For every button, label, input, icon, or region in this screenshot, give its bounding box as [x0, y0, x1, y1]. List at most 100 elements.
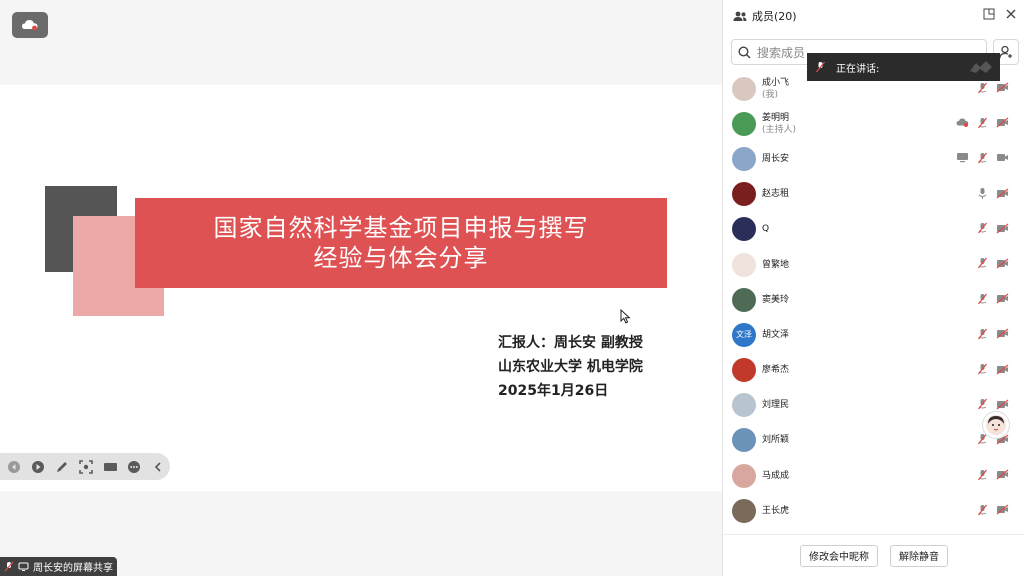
mic-off-icon [976, 257, 989, 270]
member-name: 刘理民 [762, 400, 790, 411]
mic-off-icon [4, 561, 14, 572]
member-name: 刘所颖 [762, 435, 790, 446]
video-button[interactable] [102, 459, 118, 475]
pen-button[interactable] [54, 459, 70, 475]
mic-off-icon [816, 61, 825, 73]
member-name-block: 刘所颖 [762, 434, 789, 446]
presentation-slide: 国家自然科学基金项目申报与撰写 经验与体会分享 汇报人：周长安 副教授 山东农业… [0, 85, 722, 491]
member-panel-header: 成员(20) [723, 0, 1024, 32]
screen-share-icon [18, 562, 29, 571]
member-status-icons [956, 151, 1009, 164]
member-name-block: 胡文泽 [762, 329, 789, 341]
prev-button[interactable] [6, 459, 22, 475]
screen-share-label-text: 周长安的屏幕共享 [33, 563, 113, 574]
member-name-block: 马成成 [762, 470, 789, 482]
member-row[interactable]: 窦美玲 [723, 282, 1024, 317]
member-avatar [732, 146, 756, 171]
member-row[interactable]: 马成成 [723, 458, 1024, 493]
speaking-label: 正在讲话: [836, 63, 880, 75]
members-icon [733, 11, 747, 21]
member-row[interactable]: 刘所颖 [723, 423, 1024, 458]
slide-reporter-block: 汇报人：周长安 副教授 山东农业大学 机电学院 2025年1月26日 [498, 331, 643, 403]
camera-off-icon [996, 398, 1009, 411]
member-name: 胡文泽 [762, 329, 790, 340]
camera-icon [996, 151, 1009, 164]
member-status-icons [976, 327, 1009, 340]
play-icon [32, 460, 44, 473]
camera-off-icon [996, 187, 1009, 200]
member-avatar [732, 463, 756, 488]
member-name: 窦美玲 [762, 294, 790, 305]
member-avatar [732, 252, 756, 277]
member-row[interactable]: Q [723, 212, 1024, 247]
mic-icon [976, 187, 989, 200]
member-status-icons [976, 257, 1009, 270]
member-status-icons [976, 468, 1009, 481]
close-icon[interactable] [1005, 8, 1017, 20]
camera-off-icon [996, 292, 1009, 305]
member-role: (主持人) [762, 124, 797, 135]
screen-share-label: 周长安的屏幕共享 [0, 557, 117, 576]
mic-off-icon [976, 222, 989, 235]
popout-icon[interactable] [983, 8, 995, 20]
member-name-block: 王长虎 [762, 505, 789, 517]
member-list: 成小飞 (我) 姜明明 (主持人) 周长安 赵志租 Q 曾繁地 窦美玲 文泽 胡文泽 廖希杰 刘理民 刘所… [723, 71, 1024, 528]
camera-off-icon [996, 327, 1009, 340]
mic-off-icon [976, 503, 989, 516]
member-name: Q [762, 224, 770, 235]
camera-off-icon [996, 503, 1009, 516]
member-row[interactable]: 曾繁地 [723, 247, 1024, 282]
member-role: (我) [762, 89, 779, 100]
member-name-block: Q [762, 223, 769, 235]
member-row[interactable]: 赵志租 [723, 177, 1024, 212]
rename-button[interactable]: 修改会中昵称 [800, 544, 878, 567]
member-row[interactable]: 姜明明 (主持人) [723, 106, 1024, 141]
collapse-toolbar-button[interactable] [150, 459, 166, 475]
floating-avatar-button[interactable] [982, 411, 1010, 439]
play-button[interactable] [30, 459, 46, 475]
member-avatar [732, 76, 756, 101]
member-status-icons [976, 503, 1009, 516]
member-row[interactable]: 王长虎 [723, 493, 1024, 528]
search-icon [738, 45, 751, 58]
shared-screen-area: 国家自然科学基金项目申报与撰写 经验与体会分享 汇报人：周长安 副教授 山东农业… [0, 0, 722, 576]
member-name-block: 姜明明 (主持人) [762, 112, 796, 136]
member-row[interactable]: 周长安 [723, 141, 1024, 176]
slide-title-line2: 经验与体会分享 [313, 244, 489, 272]
member-name: 王长虎 [762, 505, 790, 516]
cloud-record-icon [22, 20, 38, 31]
member-status-icons [976, 222, 1009, 235]
member-status-icons [976, 187, 1009, 200]
avatar-icon [986, 415, 1006, 435]
member-avatar [732, 393, 756, 418]
slide-title-banner: 国家自然科学基金项目申报与撰写 经验与体会分享 [135, 198, 667, 288]
unmute-button[interactable]: 解除静音 [890, 544, 948, 567]
member-name-block: 窦美玲 [762, 294, 789, 306]
audio-wave-icon [970, 61, 992, 73]
prev-icon [8, 460, 20, 473]
cloud-record-button[interactable] [12, 12, 48, 38]
member-name: 周长安 [762, 153, 790, 164]
member-name-block: 曾繁地 [762, 259, 789, 271]
camera-off-icon [996, 116, 1009, 129]
more-button[interactable] [126, 459, 142, 475]
more-icon [128, 460, 140, 473]
member-search-placeholder: 搜索成员 [757, 45, 806, 60]
member-row[interactable]: 廖希杰 [723, 353, 1024, 388]
member-avatar [732, 217, 756, 242]
speaking-indicator: 正在讲话: [807, 53, 1000, 81]
camera-off-icon [996, 363, 1009, 376]
camera-off-icon [996, 468, 1009, 481]
mic-off-icon [976, 468, 989, 481]
member-status-icons [976, 363, 1009, 376]
member-row[interactable]: 文泽 胡文泽 [723, 317, 1024, 352]
member-row[interactable]: 刘理民 [723, 388, 1024, 423]
member-panel: 成员(20) 搜索成员 正在讲话: 成小飞 (我) 姜明明 (主持人) 周长安 赵志租 Q 曾… [722, 0, 1024, 576]
member-panel-footer: 修改会中昵称 解除静音 [723, 534, 1024, 576]
slide-date: 2025年1月26日 [498, 383, 609, 399]
screenshot-button[interactable] [78, 459, 94, 475]
member-name-block: 赵志租 [762, 188, 789, 200]
member-avatar [732, 287, 756, 312]
slide-reporter: 汇报人：周长安 副教授 [498, 335, 643, 351]
member-avatar: 文泽 [732, 322, 756, 347]
